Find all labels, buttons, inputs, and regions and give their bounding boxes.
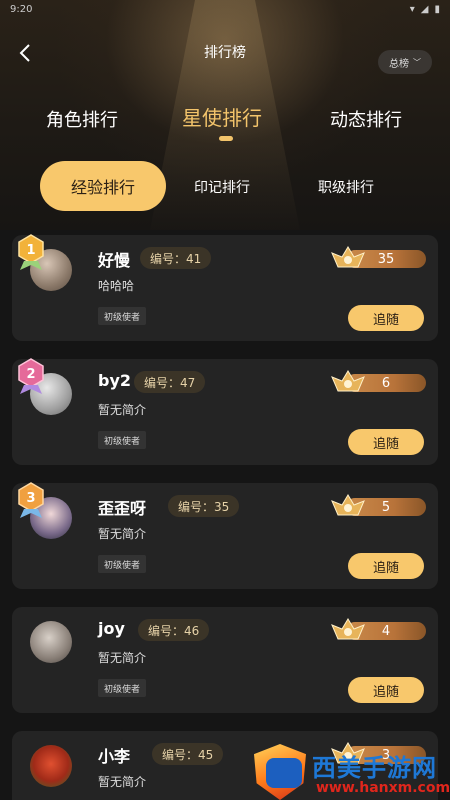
subtab-experience[interactable]: 经验排行	[40, 161, 166, 211]
user-name: by2	[98, 371, 132, 390]
rank-number: 3	[26, 491, 35, 506]
tab-star-envoy-ranking[interactable]: 星使排行	[182, 102, 262, 131]
level-badge: 4	[331, 618, 426, 643]
follow-button[interactable]: 追随	[348, 305, 424, 331]
list-item[interactable]: 1 好慢 编号：41 哈哈哈 初级使者 35 追随	[12, 234, 438, 341]
user-name: joy	[98, 619, 125, 638]
rank-number: 2	[26, 367, 35, 382]
user-bio: 暂无简介	[98, 775, 147, 789]
rank-title-tag: 初级使者	[98, 679, 147, 697]
user-bio: 哈哈哈	[98, 279, 135, 293]
status-time: 9:20	[10, 4, 33, 15]
user-number-badge: 编号：35	[168, 495, 240, 517]
tab-activity-ranking[interactable]: 动态排行	[330, 106, 402, 132]
user-name: 歪歪呀	[98, 499, 147, 518]
avatar[interactable]	[30, 621, 72, 663]
user-bio: 暂无简介	[98, 527, 147, 541]
battery-icon: ▮	[434, 4, 440, 15]
wifi-icon: ▾	[409, 4, 415, 15]
total-ranking-dropdown[interactable]: 总榜 ﹀	[378, 50, 432, 74]
follow-button[interactable]: 追随	[348, 553, 424, 579]
rank-3-medal-icon: 3	[18, 482, 44, 518]
subtab-mark[interactable]: 印记排行	[194, 177, 250, 197]
level-badge: 6	[331, 370, 426, 395]
user-name: 好慢	[98, 251, 131, 270]
crown-wings-icon	[331, 494, 365, 516]
gamepad-icon	[266, 758, 302, 788]
rank-1-medal-icon: 1	[18, 234, 44, 270]
subtab-rank-level[interactable]: 职级排行	[318, 177, 374, 197]
sub-tabs: 经验排行 印记排行 职级排行	[0, 161, 450, 211]
list-item[interactable]: joy 编号：46 暂无简介 初级使者 4 追随	[12, 607, 438, 713]
gamepad-shield-icon	[254, 744, 306, 800]
tab-role-ranking[interactable]: 角色排行	[46, 106, 118, 132]
watermark-text: 西美手游网	[312, 754, 437, 782]
user-number-badge: 编号：41	[140, 247, 212, 269]
rank-title-tag: 初级使者	[98, 555, 147, 573]
user-bio: 暂无简介	[98, 651, 147, 665]
rank-title-tag: 初级使者	[98, 431, 147, 449]
rank-number: 1	[26, 243, 35, 258]
level-badge: 5	[331, 494, 426, 519]
crown-wings-icon	[331, 618, 365, 640]
site-watermark: 西美手游网 www.hanxm.com	[250, 740, 450, 800]
rank-title-tag: 初级使者	[98, 307, 147, 325]
follow-button[interactable]: 追随	[348, 429, 424, 455]
watermark-url: www.hanxm.com	[316, 780, 450, 796]
user-number-badge: 编号：46	[138, 619, 210, 641]
user-number-badge: 编号：47	[134, 371, 206, 393]
user-bio: 暂无简介	[98, 403, 147, 417]
user-number-badge: 编号：45	[152, 743, 224, 765]
list-item[interactable]: 2 by2 编号：47 暂无简介 初级使者 6 追随	[12, 358, 438, 465]
level-badge: 35	[331, 246, 426, 271]
status-icons: ▾ ◢ ▮	[410, 4, 440, 15]
list-item[interactable]: 3 歪歪呀 编号：35 暂无简介 初级使者 5 追随	[12, 482, 438, 589]
active-tab-indicator	[219, 136, 233, 141]
avatar[interactable]	[30, 745, 72, 787]
rank-2-medal-icon: 2	[18, 358, 44, 394]
total-ranking-label: 总榜	[389, 58, 409, 70]
follow-button[interactable]: 追随	[348, 677, 424, 703]
crown-wings-icon	[331, 246, 365, 268]
top-bar: 排行榜 总榜 ﹀	[0, 36, 450, 74]
user-name: 小李	[98, 747, 131, 766]
crown-wings-icon	[331, 370, 365, 392]
signal-icon: ◢	[420, 4, 429, 15]
chevron-down-icon: ﹀	[413, 57, 421, 67]
